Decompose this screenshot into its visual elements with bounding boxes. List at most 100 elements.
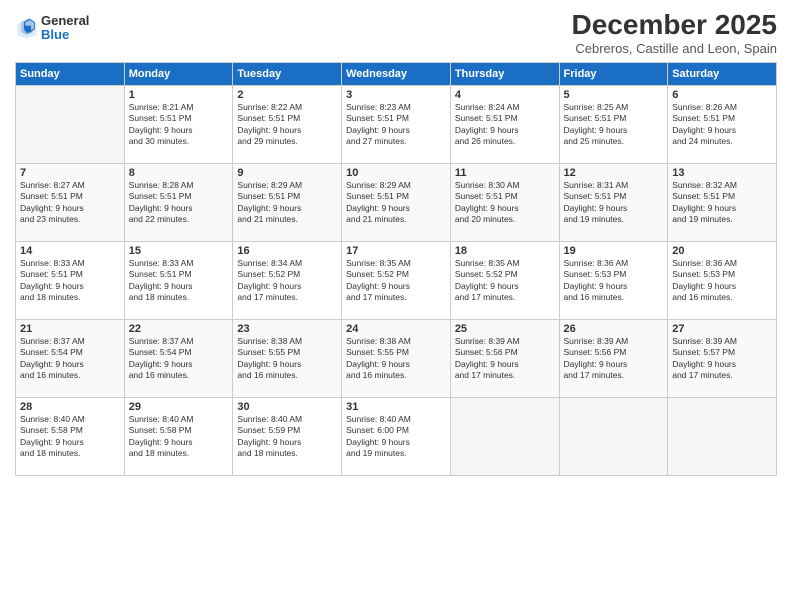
day-number: 26 [564,323,664,335]
col-friday: Friday [559,62,668,85]
main-title: December 2025 [572,10,777,41]
week-row-1: 1Sunrise: 8:21 AM Sunset: 5:51 PM Daylig… [16,85,777,163]
calendar-cell: 23Sunrise: 8:38 AM Sunset: 5:55 PM Dayli… [233,319,342,397]
calendar-cell: 27Sunrise: 8:39 AM Sunset: 5:57 PM Dayli… [668,319,777,397]
day-info: Sunrise: 8:35 AM Sunset: 5:52 PM Dayligh… [455,258,555,304]
calendar-cell [450,397,559,475]
day-number: 23 [237,323,337,335]
calendar-cell: 7Sunrise: 8:27 AM Sunset: 5:51 PM Daylig… [16,163,125,241]
day-info: Sunrise: 8:21 AM Sunset: 5:51 PM Dayligh… [129,102,229,148]
day-info: Sunrise: 8:37 AM Sunset: 5:54 PM Dayligh… [20,336,120,382]
day-info: Sunrise: 8:25 AM Sunset: 5:51 PM Dayligh… [564,102,664,148]
day-info: Sunrise: 8:28 AM Sunset: 5:51 PM Dayligh… [129,180,229,226]
week-row-4: 21Sunrise: 8:37 AM Sunset: 5:54 PM Dayli… [16,319,777,397]
calendar-cell: 11Sunrise: 8:30 AM Sunset: 5:51 PM Dayli… [450,163,559,241]
day-number: 31 [346,401,446,413]
calendar-cell: 15Sunrise: 8:33 AM Sunset: 5:51 PM Dayli… [124,241,233,319]
col-saturday: Saturday [668,62,777,85]
col-wednesday: Wednesday [342,62,451,85]
calendar-cell: 2Sunrise: 8:22 AM Sunset: 5:51 PM Daylig… [233,85,342,163]
day-info: Sunrise: 8:38 AM Sunset: 5:55 PM Dayligh… [346,336,446,382]
title-block: December 2025 Cebreros, Castille and Leo… [572,10,777,56]
logo: General Blue [15,14,89,43]
col-monday: Monday [124,62,233,85]
day-info: Sunrise: 8:24 AM Sunset: 5:51 PM Dayligh… [455,102,555,148]
page: General Blue December 2025 Cebreros, Cas… [0,0,792,612]
header-row: Sunday Monday Tuesday Wednesday Thursday… [16,62,777,85]
day-number: 28 [20,401,120,413]
day-number: 14 [20,245,120,257]
day-number: 1 [129,89,229,101]
calendar-cell: 4Sunrise: 8:24 AM Sunset: 5:51 PM Daylig… [450,85,559,163]
day-number: 5 [564,89,664,101]
day-info: Sunrise: 8:27 AM Sunset: 5:51 PM Dayligh… [20,180,120,226]
day-info: Sunrise: 8:35 AM Sunset: 5:52 PM Dayligh… [346,258,446,304]
col-thursday: Thursday [450,62,559,85]
calendar-cell: 22Sunrise: 8:37 AM Sunset: 5:54 PM Dayli… [124,319,233,397]
day-number: 22 [129,323,229,335]
day-info: Sunrise: 8:40 AM Sunset: 6:00 PM Dayligh… [346,414,446,460]
day-info: Sunrise: 8:33 AM Sunset: 5:51 PM Dayligh… [129,258,229,304]
calendar-cell: 21Sunrise: 8:37 AM Sunset: 5:54 PM Dayli… [16,319,125,397]
day-info: Sunrise: 8:26 AM Sunset: 5:51 PM Dayligh… [672,102,772,148]
calendar-cell: 20Sunrise: 8:36 AM Sunset: 5:53 PM Dayli… [668,241,777,319]
day-number: 6 [672,89,772,101]
col-sunday: Sunday [16,62,125,85]
day-number: 21 [20,323,120,335]
day-info: Sunrise: 8:36 AM Sunset: 5:53 PM Dayligh… [564,258,664,304]
calendar-cell: 6Sunrise: 8:26 AM Sunset: 5:51 PM Daylig… [668,85,777,163]
day-number: 2 [237,89,337,101]
day-number: 7 [20,167,120,179]
day-number: 8 [129,167,229,179]
day-number: 27 [672,323,772,335]
logo-icon [15,16,39,40]
day-info: Sunrise: 8:29 AM Sunset: 5:51 PM Dayligh… [346,180,446,226]
day-number: 19 [564,245,664,257]
day-info: Sunrise: 8:29 AM Sunset: 5:51 PM Dayligh… [237,180,337,226]
calendar-cell: 3Sunrise: 8:23 AM Sunset: 5:51 PM Daylig… [342,85,451,163]
day-info: Sunrise: 8:39 AM Sunset: 5:57 PM Dayligh… [672,336,772,382]
day-number: 30 [237,401,337,413]
calendar-cell: 19Sunrise: 8:36 AM Sunset: 5:53 PM Dayli… [559,241,668,319]
calendar-cell: 24Sunrise: 8:38 AM Sunset: 5:55 PM Dayli… [342,319,451,397]
day-number: 15 [129,245,229,257]
day-info: Sunrise: 8:34 AM Sunset: 5:52 PM Dayligh… [237,258,337,304]
day-info: Sunrise: 8:36 AM Sunset: 5:53 PM Dayligh… [672,258,772,304]
calendar-cell: 18Sunrise: 8:35 AM Sunset: 5:52 PM Dayli… [450,241,559,319]
calendar-cell: 14Sunrise: 8:33 AM Sunset: 5:51 PM Dayli… [16,241,125,319]
week-row-2: 7Sunrise: 8:27 AM Sunset: 5:51 PM Daylig… [16,163,777,241]
col-tuesday: Tuesday [233,62,342,85]
calendar-cell: 10Sunrise: 8:29 AM Sunset: 5:51 PM Dayli… [342,163,451,241]
calendar-cell: 16Sunrise: 8:34 AM Sunset: 5:52 PM Dayli… [233,241,342,319]
day-number: 10 [346,167,446,179]
day-number: 11 [455,167,555,179]
calendar-cell [16,85,125,163]
day-info: Sunrise: 8:38 AM Sunset: 5:55 PM Dayligh… [237,336,337,382]
day-number: 18 [455,245,555,257]
day-number: 9 [237,167,337,179]
day-info: Sunrise: 8:40 AM Sunset: 5:59 PM Dayligh… [237,414,337,460]
calendar-cell: 9Sunrise: 8:29 AM Sunset: 5:51 PM Daylig… [233,163,342,241]
day-number: 25 [455,323,555,335]
day-info: Sunrise: 8:30 AM Sunset: 5:51 PM Dayligh… [455,180,555,226]
calendar-cell [559,397,668,475]
calendar-cell: 31Sunrise: 8:40 AM Sunset: 6:00 PM Dayli… [342,397,451,475]
week-row-5: 28Sunrise: 8:40 AM Sunset: 5:58 PM Dayli… [16,397,777,475]
calendar-cell: 30Sunrise: 8:40 AM Sunset: 5:59 PM Dayli… [233,397,342,475]
calendar-cell: 1Sunrise: 8:21 AM Sunset: 5:51 PM Daylig… [124,85,233,163]
day-number: 29 [129,401,229,413]
day-number: 13 [672,167,772,179]
day-info: Sunrise: 8:40 AM Sunset: 5:58 PM Dayligh… [129,414,229,460]
calendar-cell: 26Sunrise: 8:39 AM Sunset: 5:56 PM Dayli… [559,319,668,397]
calendar-cell: 17Sunrise: 8:35 AM Sunset: 5:52 PM Dayli… [342,241,451,319]
day-number: 24 [346,323,446,335]
calendar-cell: 25Sunrise: 8:39 AM Sunset: 5:56 PM Dayli… [450,319,559,397]
day-info: Sunrise: 8:39 AM Sunset: 5:56 PM Dayligh… [455,336,555,382]
calendar-cell: 12Sunrise: 8:31 AM Sunset: 5:51 PM Dayli… [559,163,668,241]
day-info: Sunrise: 8:39 AM Sunset: 5:56 PM Dayligh… [564,336,664,382]
day-info: Sunrise: 8:22 AM Sunset: 5:51 PM Dayligh… [237,102,337,148]
day-info: Sunrise: 8:31 AM Sunset: 5:51 PM Dayligh… [564,180,664,226]
logo-text: General Blue [41,14,89,43]
day-info: Sunrise: 8:37 AM Sunset: 5:54 PM Dayligh… [129,336,229,382]
day-info: Sunrise: 8:40 AM Sunset: 5:58 PM Dayligh… [20,414,120,460]
